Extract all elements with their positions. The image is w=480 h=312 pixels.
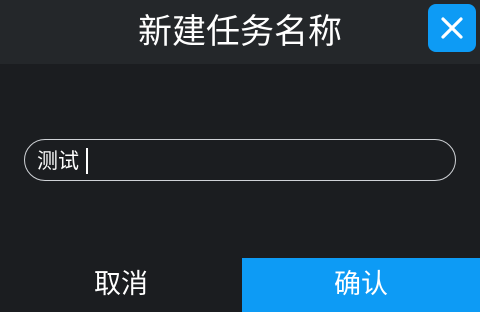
- task-name-field[interactable]: [24, 139, 456, 181]
- close-icon: [441, 17, 463, 39]
- new-task-dialog: 新建任务名称 取消 确认: [0, 0, 480, 312]
- cancel-button[interactable]: 取消: [0, 258, 242, 312]
- dialog-header: 新建任务名称: [0, 0, 480, 64]
- task-name-input[interactable]: [37, 140, 437, 179]
- dialog-footer: 取消 确认: [0, 258, 480, 312]
- dialog-title: 新建任务名称: [138, 12, 342, 52]
- confirm-button[interactable]: 确认: [242, 258, 480, 312]
- text-caret: [86, 148, 88, 174]
- close-button[interactable]: [428, 4, 476, 52]
